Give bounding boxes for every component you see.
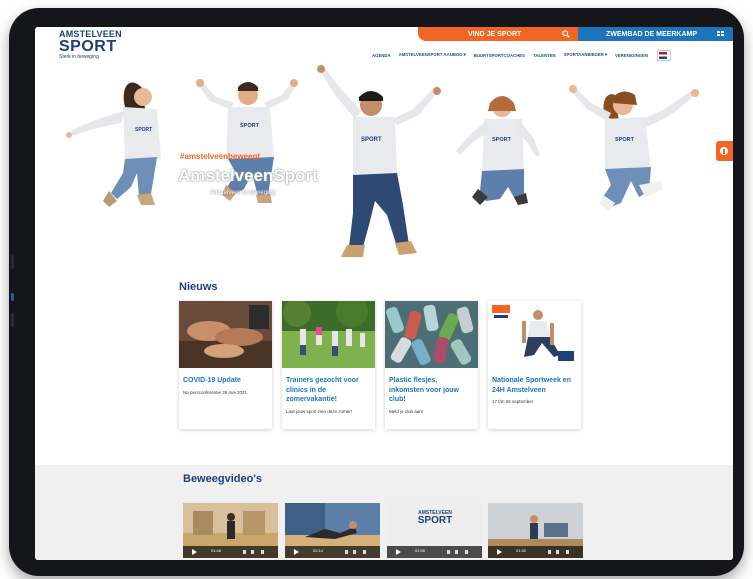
play-icon[interactable] <box>192 549 197 555</box>
grid-icon <box>717 31 724 36</box>
news-card-image <box>385 301 478 368</box>
nav-item-aanbod[interactable]: AMSTELVEENSPORT AANBOD ▾ <box>399 52 466 58</box>
news-card-image <box>282 301 375 368</box>
nav-item-sportaanbieder[interactable]: SPORTAANBIEDER ▾ <box>564 52 607 58</box>
feedback-tab-button[interactable] <box>716 141 733 161</box>
video-duration: 01:55 <box>415 548 426 553</box>
video-controls: 01:55 <box>387 546 482 558</box>
news-section-title: Nieuws <box>179 281 218 293</box>
news-card[interactable]: Nationale Sportweek en 24H Amstelveen 17… <box>488 301 581 429</box>
news-card-title[interactable]: COVID-19 Update <box>183 376 268 386</box>
nav-item-agenda[interactable]: AGENDA <box>372 53 391 58</box>
svg-text:SPORT: SPORT <box>135 127 152 133</box>
video-thumbnail[interactable]: 02:14 <box>285 503 380 558</box>
main-navigation: AGENDA AMSTELVEENSPORT AANBOD ▾ BUURTSPO… <box>372 49 671 61</box>
hero-title: AmstelveenSport <box>178 166 318 185</box>
jumping-person-image: SPORT <box>456 96 540 205</box>
svg-text:SPORT: SPORT <box>240 123 260 129</box>
tablet-side-button <box>11 293 14 301</box>
news-card-image <box>488 301 581 368</box>
tablet-side-button <box>11 255 14 269</box>
browser-screen: AMSTELVEEN SPORT Sterk in beweging VIND … <box>35 27 733 560</box>
news-card-title[interactable]: Nationale Sportweek en 24H Amstelveen <box>492 376 577 395</box>
site-logo[interactable]: AMSTELVEEN SPORT Sterk in beweging <box>59 30 122 61</box>
video-duration: 01:32 <box>516 548 527 553</box>
news-card-description: 17 t/m 26 september <box>492 399 534 404</box>
news-card[interactable]: Trainers gezocht voor clinics in de zome… <box>282 301 375 429</box>
video-controls: 01:32 <box>488 546 583 558</box>
jumping-person-image: SPORT <box>569 85 699 211</box>
videos-section <box>35 465 733 560</box>
video-controls: 01:46 <box>183 546 278 558</box>
video-logo-text-main: SPORT <box>417 515 453 526</box>
news-card-description: Meld je club aan! <box>389 408 424 414</box>
play-icon[interactable] <box>497 549 502 555</box>
search-icon <box>562 30 570 38</box>
site-header: AMSTELVEEN SPORT Sterk in beweging VIND … <box>35 27 733 65</box>
svg-text:SPORT: SPORT <box>492 137 512 143</box>
tablet-side-button <box>11 313 14 327</box>
hero-hashtag: #amstelveenbeweegt <box>180 152 261 161</box>
hero-subtitle: Amstelveen in beweging <box>210 190 276 196</box>
nav-item-buurtsportcoaches[interactable]: BUURTSPORTCOACHES <box>474 53 525 58</box>
jumping-person-image: SPORT <box>196 79 298 203</box>
jumping-person-image: SPORT <box>317 65 441 257</box>
news-card[interactable]: COVID-19 Update Na persconferentie 28 me… <box>179 301 272 429</box>
news-card-title[interactable]: Trainers gezocht voor clinics in de zome… <box>286 376 371 405</box>
news-card[interactable]: Plastic flesjes, inkomsten voor jouw clu… <box>385 301 478 429</box>
news-card-image <box>179 301 272 368</box>
info-icon <box>720 147 728 155</box>
play-icon[interactable] <box>294 549 299 555</box>
video-thumbnail[interactable]: 01:46 <box>183 503 278 558</box>
video-logo: AMSTELVEEN SPORT <box>415 511 455 526</box>
swimming-pool-button[interactable]: ZWEMBAD DE MEERKAMP <box>578 27 733 41</box>
video-thumbnail[interactable]: 01:32 <box>488 503 583 558</box>
find-sport-label: VIND JE SPORT <box>468 30 522 38</box>
logo-text-main: SPORT <box>59 38 117 55</box>
video-duration: 02:14 <box>313 548 324 553</box>
hero-banner: SPORT SPORT SPORT SPORT SPORT #amstelvee… <box>35 65 733 270</box>
play-icon[interactable] <box>396 549 401 555</box>
video-duration: 01:46 <box>211 548 222 553</box>
nav-item-verenigingen[interactable]: VERENIGINGEN <box>615 53 648 58</box>
jumping-person-image: SPORT <box>66 82 161 207</box>
news-card-description: Na persconferentie 28 mei 2021 <box>183 389 248 395</box>
find-sport-button[interactable]: VIND JE SPORT <box>418 27 578 41</box>
nav-item-talenten[interactable]: TALENTEN <box>533 53 556 58</box>
swimming-pool-label: ZWEMBAD DE MEERKAMP <box>606 30 697 38</box>
news-card-title[interactable]: Plastic flesjes, inkomsten voor jouw clu… <box>389 376 474 405</box>
svg-text:SPORT: SPORT <box>615 137 635 143</box>
video-thumbnail[interactable]: AMSTELVEEN SPORT 01:55 <box>387 503 482 558</box>
news-card-description: Laat jouw sport zien deze zomer! <box>286 408 353 414</box>
videos-section-title: Beweegvideo's <box>183 473 263 485</box>
video-controls: 02:14 <box>285 546 380 558</box>
netherlands-flag-icon[interactable] <box>657 49 671 61</box>
svg-text:SPORT: SPORT <box>361 137 382 143</box>
